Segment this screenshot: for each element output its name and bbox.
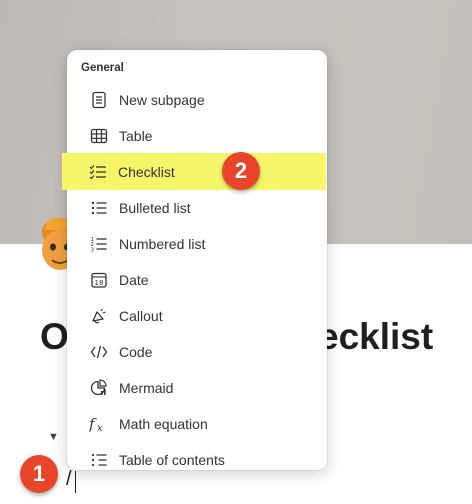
code-icon	[89, 342, 109, 362]
text-cursor	[75, 471, 76, 493]
menu-item-label: Date	[119, 272, 149, 288]
megaphone-icon	[89, 306, 109, 326]
page-title-end[interactable]: ecklist	[318, 316, 433, 358]
menu-item-code[interactable]: Code	[67, 334, 327, 370]
slash-command-text[interactable]: /	[66, 468, 72, 491]
svg-text:f: f	[89, 415, 97, 433]
chart-icon	[89, 378, 109, 398]
menu-item-numbered-list[interactable]: 123 Numbered list	[67, 226, 327, 262]
menu-item-table[interactable]: Table	[67, 118, 327, 154]
menu-item-table-of-contents[interactable]: Table of contents	[67, 442, 327, 470]
menu-section-header: General	[81, 62, 124, 74]
menu-item-math-equation[interactable]: fx Math equation	[67, 406, 327, 442]
step-1-badge: 1	[20, 455, 58, 493]
menu-item-label: Code	[119, 344, 153, 360]
menu-item-mermaid[interactable]: Mermaid	[67, 370, 327, 406]
bulleted-list-icon	[89, 198, 109, 218]
menu-item-label: Table	[119, 128, 153, 144]
menu-item-label: Math equation	[119, 416, 208, 432]
svg-text:18: 18	[95, 279, 104, 287]
menu-item-label: New subpage	[119, 92, 205, 108]
document-icon	[89, 90, 109, 110]
menu-item-new-subpage[interactable]: New subpage	[67, 82, 327, 118]
calendar-icon: 18	[89, 270, 109, 290]
menu-item-label: Callout	[119, 308, 163, 324]
step-2-badge: 2	[222, 152, 260, 190]
numbered-list-icon: 123	[89, 234, 109, 254]
checklist-icon	[88, 162, 108, 182]
menu-item-checklist[interactable]: Checklist	[62, 153, 326, 190]
menu-item-label: Table of contents	[119, 452, 225, 468]
slash-command-menu: General New subpage Table Bulleted list …	[67, 50, 327, 470]
menu-item-callout[interactable]: Callout	[67, 298, 327, 334]
menu-item-bulleted-list[interactable]: Bulleted list	[67, 190, 327, 226]
menu-item-label: Bulleted list	[119, 200, 191, 216]
menu-item-label: Mermaid	[119, 380, 174, 396]
function-icon: fx	[89, 414, 109, 434]
page-title-start[interactable]: O	[40, 316, 69, 358]
menu-item-label: Checklist	[118, 163, 175, 180]
table-of-contents-icon	[89, 450, 109, 470]
table-icon	[89, 126, 109, 146]
svg-text:x: x	[97, 423, 103, 433]
svg-text:3: 3	[91, 248, 95, 254]
menu-item-label: Numbered list	[119, 236, 206, 252]
menu-item-date[interactable]: 18 Date	[67, 262, 327, 298]
collapse-triangle-icon[interactable]: ▼	[48, 431, 59, 443]
